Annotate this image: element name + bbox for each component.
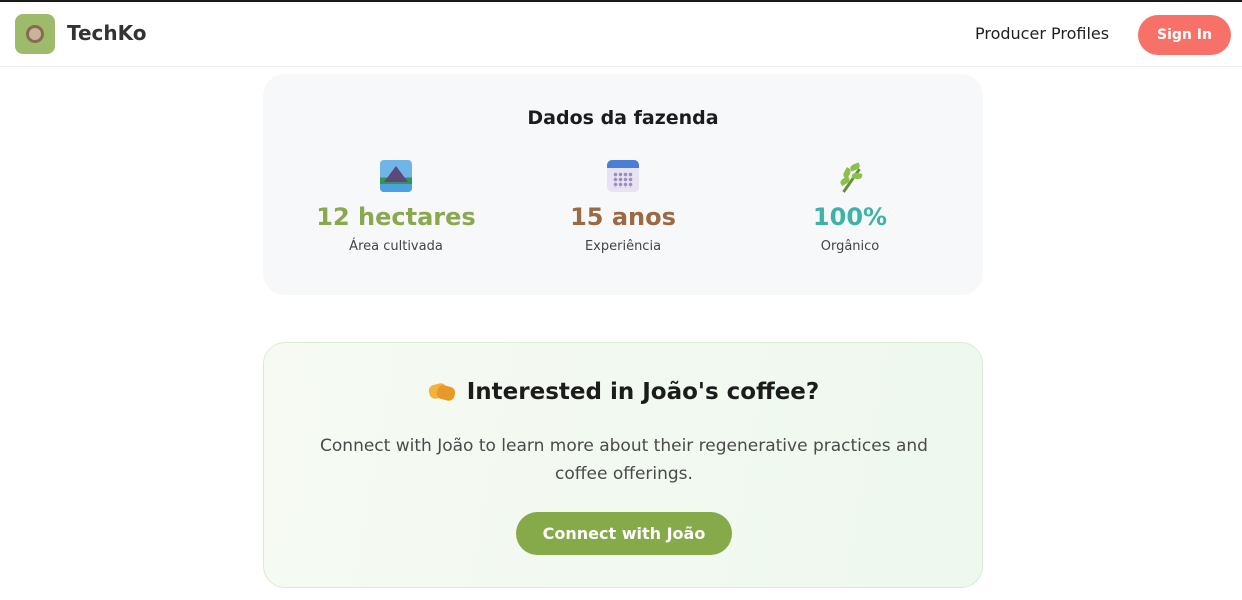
farm-data-title: Dados da fazenda: [527, 107, 719, 129]
logo-icon[interactable]: [15, 14, 55, 54]
stat-experience-value: 15 anos: [570, 203, 676, 231]
stat-area: 12 hectares Área cultivada: [276, 160, 516, 254]
coffee-cup-icon: [26, 25, 44, 43]
leaf-icon: [834, 160, 866, 193]
cta-description: Connect with João to learn more about th…: [320, 436, 928, 484]
handshake-icon: [427, 381, 457, 403]
landscape-icon: [380, 160, 412, 192]
connect-button[interactable]: Connect with João: [516, 512, 732, 555]
stat-area-label: Área cultivada: [349, 239, 443, 254]
stat-organic-value: 100%: [812, 203, 888, 231]
brand-name[interactable]: TechKo: [67, 21, 147, 45]
sign-in-button[interactable]: Sign In: [1138, 15, 1231, 55]
stat-organic: 100% Orgânico: [730, 160, 970, 254]
stat-area-value: 12 hectares: [316, 203, 476, 231]
site-header: TechKo Producer Profiles Sign In: [0, 2, 1242, 67]
stat-experience-label: Experiência: [584, 239, 662, 254]
farm-data-card: Dados da fazenda 12 hectares Área cultiv…: [263, 74, 983, 295]
stat-experience: 15 anos Experiência: [503, 160, 743, 254]
cta-heading: Interested in João's coffee?: [264, 376, 984, 408]
calendar-icon: [607, 160, 639, 192]
cta-title: Interested in João's coffee?: [466, 379, 820, 405]
stat-organic-label: Orgânico: [820, 239, 880, 254]
contact-cta-card: Interested in João's coffee? Connect wit…: [263, 342, 983, 588]
nav-producer-profiles[interactable]: Producer Profiles: [975, 24, 1109, 43]
